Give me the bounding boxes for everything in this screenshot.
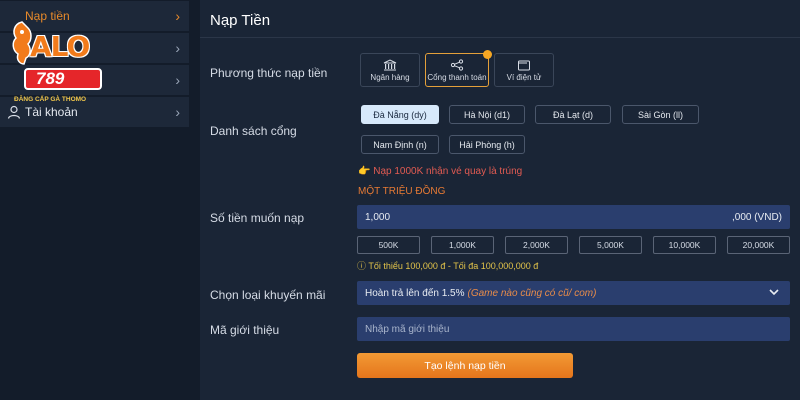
chevron-down-icon [769,289,779,296]
method-gateway-button[interactable]: Cổng thanh toán [425,50,492,87]
chevron-right-icon: › [175,40,180,56]
chevron-right-icon: › [175,8,180,24]
sidebar: Nạp tiền › › › Tài khoản › ALO 789 ĐĂNG … [0,0,190,400]
promo-type-note: (Game nào cũng có cũ/ com) [467,287,597,299]
promo-note: 👉 Nạp 1000K nhận vé quay là trúng [358,166,523,177]
gateway-option[interactable]: Hà Nội (d1) [449,105,525,124]
chevron-right-icon: › [175,72,180,88]
gateway-list-label: Danh sách cổng [210,124,297,138]
gateway-option[interactable]: Đà Nẵng (dy) [361,105,439,124]
promo-type-value: Hoàn trả lên đến 1.5% [365,287,465,299]
quick-amount-button[interactable]: 500K [357,236,420,254]
bank-icon [383,58,397,70]
gateway-option[interactable]: Hải Phòng (h) [449,135,525,154]
method-label-text: Cổng thanh toán [427,72,487,82]
logo-text: ALO [30,30,90,63]
quick-amount-button[interactable]: 20,000K [727,236,790,254]
logo-number: 789 [24,68,102,90]
method-label-text: Ngân hàng [370,72,410,82]
referral-input[interactable] [357,317,790,341]
page-title: Nạp Tiền [210,12,271,29]
logo-tagline: ĐĂNG CẤP GÀ THOMO [14,96,87,103]
share-nodes-icon [450,58,464,71]
method-label: Phương thức nạp tiền [210,66,328,80]
amount-suffix: ,000 (VND) [731,211,782,223]
gateway-option[interactable]: Nam Định (n) [361,135,439,154]
wallet-icon [518,60,530,70]
quick-amount-button[interactable]: 10,000K [653,236,716,254]
title-divider [200,37,800,38]
quick-amount-button[interactable]: 1,000K [431,236,494,254]
gateway-option[interactable]: Sài Gòn (ll) [622,105,699,124]
submit-deposit-button[interactable]: Tạo lệnh nạp tiền [357,353,573,378]
referral-label: Mã giới thiệu [210,323,280,337]
deposit-panel: Nạp Tiền Phương thức nạp tiền Ngân hàng … [200,0,800,400]
brand-logo: ALO 789 ĐĂNG CẤP GÀ THOMO [2,8,106,108]
quick-amount-button[interactable]: 5,000K [579,236,642,254]
chevron-right-icon: › [175,104,180,120]
method-bank-button[interactable]: Ngân hàng [360,53,420,87]
selected-indicator-icon [483,50,492,59]
method-ewallet-button[interactable]: Ví điện tử [494,53,554,87]
amount-label: Số tiền muốn nạp [210,211,305,225]
amount-input[interactable]: 1,000 ,000 (VND) [357,205,790,229]
amount-value: 1,000 [365,211,391,223]
gateway-option[interactable]: Đà Lạt (d) [535,105,611,124]
method-label-text: Ví điện tử [506,72,542,82]
promo-type-label: Chọn loại khuyến mãi [210,288,326,302]
amount-limit-note: ⓘ Tối thiểu 100,000 đ - Tối đa 100,000,0… [357,261,539,271]
quick-amount-button[interactable]: 2,000K [505,236,568,254]
promo-type-select[interactable]: Hoàn trả lên đến 1.5% (Game nào cũng có … [357,281,790,305]
amount-in-words: MỘT TRIỆU ĐỒNG [358,186,446,197]
